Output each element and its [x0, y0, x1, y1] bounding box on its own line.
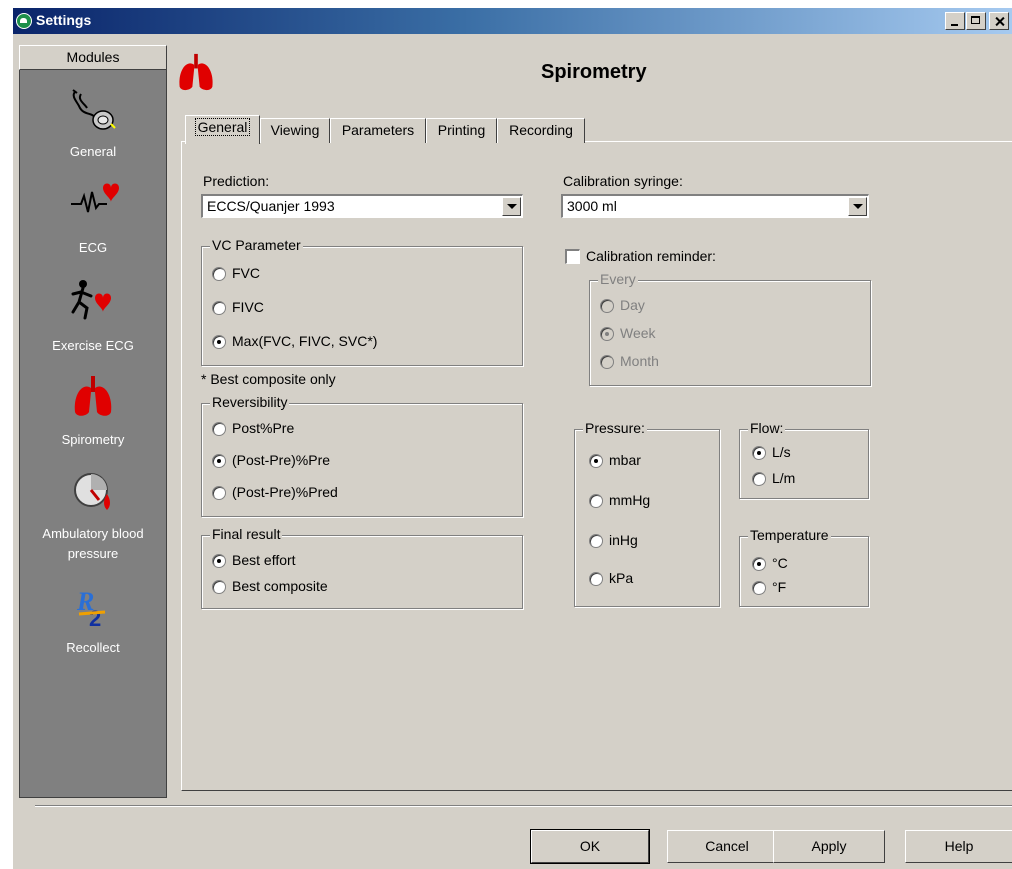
group-title: Reversibility: [210, 394, 290, 410]
prediction-label: Prediction:: [203, 173, 270, 189]
tab-general[interactable]: General: [185, 115, 260, 144]
every-option-month[interactable]: Month: [600, 353, 659, 369]
pressure-group: Pressure: mbar mmHg inHg kPa: [574, 420, 720, 607]
module-recollect[interactable]: R 2 Recollect: [19, 586, 167, 655]
flow-option-ls[interactable]: L/s: [752, 444, 791, 460]
module-general[interactable]: General: [19, 88, 167, 159]
prediction-value: ECCS/Quanjer 1993: [207, 198, 335, 214]
ok-button[interactable]: OK: [530, 829, 650, 864]
tab-viewing[interactable]: Viewing: [260, 118, 330, 143]
every-option-week[interactable]: Week: [600, 325, 656, 341]
final-result-option-best-effort[interactable]: Best effort: [212, 552, 296, 568]
chevron-down-icon[interactable]: [502, 197, 521, 216]
svg-text:2: 2: [89, 606, 101, 630]
heart-ecg-icon: [71, 183, 119, 213]
group-title: Every: [598, 271, 638, 287]
group-title: Flow:: [748, 420, 786, 436]
tab-printing[interactable]: Printing: [426, 118, 497, 143]
app-heart-icon: [16, 13, 32, 29]
modules-header: Modules: [19, 45, 167, 70]
flow-group: Flow: L/s L/m: [739, 420, 869, 499]
pressure-option-kpa[interactable]: kPa: [589, 570, 633, 586]
prediction-dropdown[interactable]: ECCS/Quanjer 1993: [201, 194, 523, 218]
group-title: Final result: [210, 526, 283, 542]
group-title: Pressure:: [583, 420, 647, 436]
blood-pressure-icon: [74, 473, 110, 510]
reversibility-option-post-minus-pre-pct-pre[interactable]: (Post-Pre)%Pre: [212, 452, 330, 468]
final-result-group: Final result Best effort Best composite: [201, 526, 523, 609]
temperature-option-fahrenheit[interactable]: °F: [752, 579, 786, 595]
module-spirometry[interactable]: Spirometry: [19, 376, 167, 447]
reversibility-option-post-minus-pre-pct-pred[interactable]: (Post-Pre)%Pred: [212, 484, 338, 500]
flow-option-lm[interactable]: L/m: [752, 470, 795, 486]
maximize-button[interactable]: [966, 12, 986, 30]
stethoscope-icon: [72, 89, 116, 130]
final-result-option-best-composite[interactable]: Best composite: [212, 578, 328, 594]
calibration-syringe-value: 3000 ml: [567, 198, 617, 214]
title-bar[interactable]: Settings: [13, 8, 1012, 34]
pressure-option-mbar[interactable]: mbar: [589, 452, 641, 468]
group-title: Temperature: [748, 527, 831, 543]
close-button[interactable]: [989, 12, 1009, 30]
vc-option-max[interactable]: Max(FVC, FIVC, SVC*): [212, 333, 377, 349]
tab-recording[interactable]: Recording: [497, 118, 585, 143]
recollect-logo-icon: R 2: [76, 587, 106, 630]
tab-parameters[interactable]: Parameters: [330, 118, 426, 143]
footnote: * Best composite only: [201, 371, 336, 387]
reversibility-group: Reversibility Post%Pre (Post-Pre)%Pre (P…: [201, 394, 523, 517]
lungs-icon: [179, 53, 213, 91]
temperature-group: Temperature °C °F: [739, 527, 869, 607]
calibration-syringe-dropdown[interactable]: 3000 ml: [561, 194, 869, 218]
page-title: Spirometry: [541, 61, 647, 83]
group-title: VC Parameter: [210, 237, 303, 253]
apply-button[interactable]: Apply: [773, 830, 885, 863]
runner-heart-icon: [71, 280, 111, 320]
checkbox-box[interactable]: [565, 249, 580, 264]
vc-option-fivc[interactable]: FIVC: [212, 299, 264, 315]
bottom-separator: [35, 805, 1012, 807]
chevron-down-icon[interactable]: [848, 197, 867, 216]
cancel-button[interactable]: Cancel: [667, 830, 787, 863]
window-title: Settings: [36, 12, 92, 28]
minimize-button[interactable]: [945, 12, 965, 30]
module-exercise-ecg[interactable]: Exercise ECG: [19, 278, 167, 353]
help-button[interactable]: Help: [905, 830, 1012, 863]
settings-window: Settings Modules General ECG Exercise EC…: [12, 7, 1012, 869]
temperature-option-celsius[interactable]: °C: [752, 555, 788, 571]
calibration-reminder-checkbox[interactable]: Calibration reminder:: [565, 248, 716, 264]
reversibility-option-post-pct-pre[interactable]: Post%Pre: [212, 420, 294, 436]
module-ambulatory-blood-pressure[interactable]: Ambulatory blood pressure: [19, 470, 167, 564]
every-option-day[interactable]: Day: [600, 297, 645, 313]
vc-option-fvc[interactable]: FVC: [212, 265, 260, 281]
lungs-icon: [74, 376, 112, 416]
every-group: Every Day Week Month: [589, 271, 871, 386]
vc-parameter-group: VC Parameter FVC FIVC Max(FVC, FIVC, SVC…: [201, 237, 523, 366]
pressure-option-inhg[interactable]: inHg: [589, 532, 638, 548]
calibration-syringe-label: Calibration syringe:: [563, 173, 683, 189]
module-ecg[interactable]: ECG: [19, 178, 167, 255]
pressure-option-mmhg[interactable]: mmHg: [589, 492, 650, 508]
